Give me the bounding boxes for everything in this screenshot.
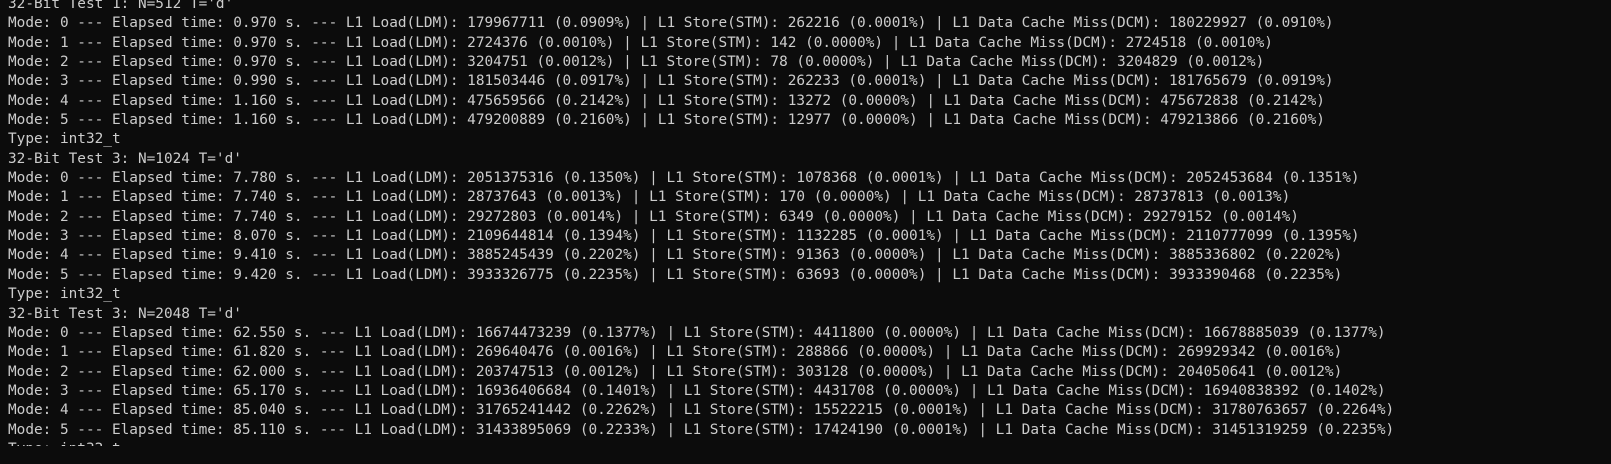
output-line-type: Type: int32_t bbox=[8, 286, 121, 303]
output-line-mode-result: Mode: 0 --- Elapsed time: 0.970 s. --- L… bbox=[8, 15, 1334, 32]
output-line-mode-result: Mode: 3 --- Elapsed time: 0.990 s. --- L… bbox=[8, 73, 1334, 90]
output-line-mode-result: Mode: 2 --- Elapsed time: 7.740 s. --- L… bbox=[8, 208, 1299, 225]
output-line-mode-result: Mode: 1 --- Elapsed time: 7.740 s. --- L… bbox=[8, 189, 1291, 206]
terminal-output[interactable]: 32-Bit Test 1: N=512 T='d' Mode: 0 --- E… bbox=[0, 0, 1611, 464]
output-line-mode-result: Mode: 5 --- Elapsed time: 85.110 s. --- … bbox=[8, 421, 1395, 438]
output-line-test-header: 32-Bit Test 3: N=2048 T='d' bbox=[8, 305, 242, 322]
output-line-mode-result: Mode: 4 --- Elapsed time: 9.410 s. --- L… bbox=[8, 247, 1343, 264]
output-line-type: Type: int32_t bbox=[8, 440, 1611, 446]
output-line-mode-result: Mode: 2 --- Elapsed time: 0.970 s. --- L… bbox=[8, 54, 1265, 71]
output-line-mode-result: Mode: 3 --- Elapsed time: 8.070 s. --- L… bbox=[8, 228, 1360, 245]
output-line-mode-result: Mode: 1 --- Elapsed time: 0.970 s. --- L… bbox=[8, 34, 1273, 51]
output-line-mode-result: Mode: 2 --- Elapsed time: 62.000 s. --- … bbox=[8, 363, 1343, 380]
output-line-mode-result: Mode: 3 --- Elapsed time: 65.170 s. --- … bbox=[8, 382, 1386, 399]
output-line-test-header: 32-Bit Test 1: N=512 T='d' bbox=[8, 0, 234, 12]
output-line-mode-result: Mode: 4 --- Elapsed time: 1.160 s. --- L… bbox=[8, 92, 1325, 109]
output-line-mode-result: Mode: 0 --- Elapsed time: 62.550 s. --- … bbox=[8, 324, 1386, 341]
output-line-mode-result: Mode: 0 --- Elapsed time: 7.780 s. --- L… bbox=[8, 170, 1360, 187]
output-line-type: Type: int32_t bbox=[8, 131, 121, 148]
output-line-mode-result: Mode: 5 --- Elapsed time: 1.160 s. --- L… bbox=[8, 112, 1325, 129]
output-line-mode-result: Mode: 5 --- Elapsed time: 9.420 s. --- L… bbox=[8, 266, 1343, 283]
output-line-test-header: 32-Bit Test 3: N=1024 T='d' bbox=[8, 150, 242, 167]
output-line-mode-result: Mode: 4 --- Elapsed time: 85.040 s. --- … bbox=[8, 402, 1395, 419]
output-line-mode-result: Mode: 1 --- Elapsed time: 61.820 s. --- … bbox=[8, 344, 1343, 361]
